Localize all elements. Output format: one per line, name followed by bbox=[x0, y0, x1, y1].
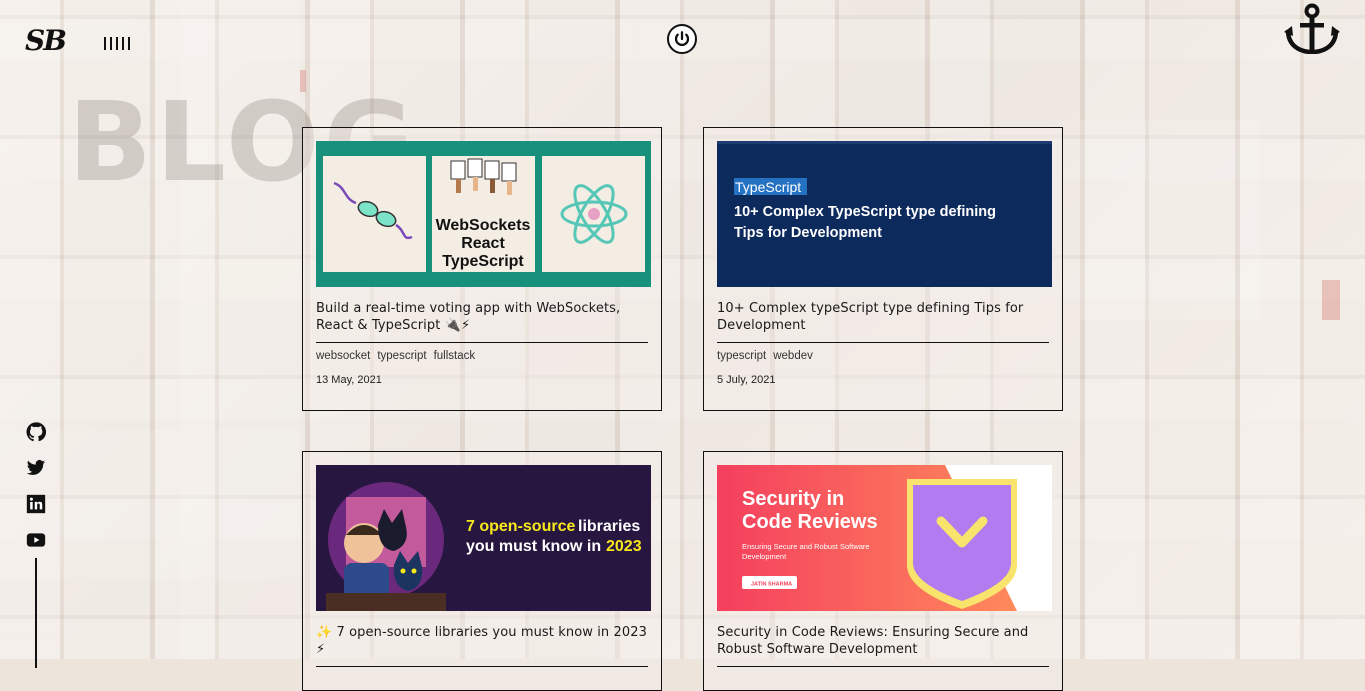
post-tag[interactable]: websocket bbox=[316, 350, 370, 362]
youtube-icon[interactable] bbox=[26, 530, 46, 550]
post-thumbnail: 7 open-source libraries you must know in… bbox=[316, 465, 651, 611]
blog-post-card[interactable]: WebSockets React TypeScript Build a real… bbox=[302, 127, 662, 411]
site-logo[interactable]: SB bbox=[25, 24, 67, 57]
svg-text:Development: Development bbox=[742, 552, 787, 561]
github-icon[interactable] bbox=[26, 422, 47, 442]
linkedin-icon[interactable] bbox=[26, 494, 46, 514]
svg-text:2023: 2023 bbox=[606, 538, 642, 555]
svg-text:Ensuring Secure and Robust Sof: Ensuring Secure and Robust Software bbox=[742, 542, 870, 551]
post-title[interactable]: Security in Code Reviews: Ensuring Secur… bbox=[717, 624, 1049, 667]
svg-text:10+ Complex TypeScript type de: 10+ Complex TypeScript type defining bbox=[734, 204, 996, 220]
menu-bars-icon[interactable] bbox=[104, 37, 132, 51]
power-icon[interactable] bbox=[667, 24, 697, 54]
post-title[interactable]: Build a real-time voting app with WebSoc… bbox=[316, 300, 648, 343]
svg-text:React: React bbox=[461, 235, 505, 252]
post-title[interactable]: ✨ 7 open-source libraries you must know … bbox=[316, 624, 648, 667]
post-title[interactable]: 10+ Complex typeScript type defining Tip… bbox=[717, 300, 1049, 343]
social-divider-line bbox=[35, 558, 37, 668]
post-thumbnail: WebSockets React TypeScript bbox=[316, 141, 651, 287]
svg-text:libraries: libraries bbox=[578, 518, 640, 535]
post-tags: typescript webdev bbox=[717, 350, 1049, 362]
post-thumbnail: Security in Code Reviews Ensuring Secure… bbox=[717, 465, 1052, 611]
svg-text:Security in: Security in bbox=[742, 488, 844, 510]
svg-text:Tips for Development: Tips for Development bbox=[734, 225, 882, 241]
post-tag[interactable]: typescript bbox=[717, 350, 766, 362]
post-tag[interactable]: fullstack bbox=[434, 350, 476, 362]
blog-post-card[interactable]: TypeScript 10+ Complex TypeScript type d… bbox=[703, 127, 1063, 411]
svg-text:you must know in: you must know in bbox=[466, 538, 601, 555]
post-tag[interactable]: webdev bbox=[773, 350, 813, 362]
post-tags: websocket typescript fullstack bbox=[316, 350, 648, 362]
twitter-icon[interactable] bbox=[26, 458, 46, 478]
post-tag[interactable]: typescript bbox=[377, 350, 426, 362]
svg-text:7 open-source: 7 open-source bbox=[466, 518, 575, 535]
svg-text:TypeScript: TypeScript bbox=[442, 253, 524, 270]
svg-text:WebSockets: WebSockets bbox=[436, 217, 531, 234]
social-links bbox=[26, 422, 47, 550]
svg-text:JATIN SHARMA: JATIN SHARMA bbox=[751, 582, 792, 588]
post-thumbnail: TypeScript 10+ Complex TypeScript type d… bbox=[717, 141, 1052, 287]
blog-post-card[interactable]: Security in Code Reviews Ensuring Secure… bbox=[703, 451, 1063, 691]
blog-post-card[interactable]: 7 open-source libraries you must know in… bbox=[302, 451, 662, 691]
svg-text:TypeScript: TypeScript bbox=[735, 179, 801, 195]
post-date: 5 July, 2021 bbox=[717, 374, 776, 386]
post-date: 13 May, 2021 bbox=[316, 374, 382, 386]
svg-text:Code Reviews: Code Reviews bbox=[742, 511, 878, 533]
anchor-icon[interactable] bbox=[1284, 2, 1340, 54]
